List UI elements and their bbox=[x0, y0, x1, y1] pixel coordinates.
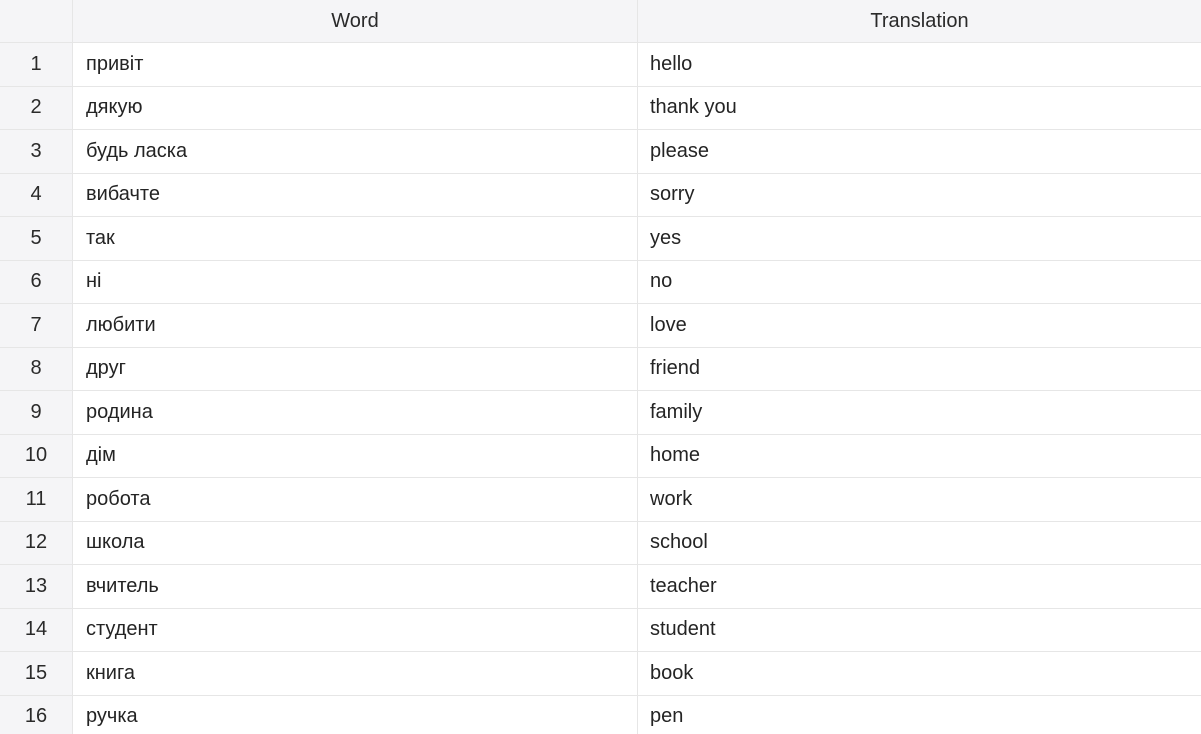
table-row: 8 друг friend bbox=[0, 347, 1201, 391]
translation-cell[interactable]: no bbox=[638, 261, 1201, 304]
translation-cell[interactable]: sorry bbox=[638, 174, 1201, 217]
word-cell[interactable]: школа bbox=[73, 521, 638, 564]
row-number-header[interactable] bbox=[0, 0, 73, 42]
row-number[interactable]: 4 bbox=[0, 173, 73, 216]
translation-cell[interactable]: book bbox=[638, 652, 1201, 695]
row-number[interactable]: 1 bbox=[0, 43, 73, 86]
table-row: 11 робота work bbox=[0, 478, 1201, 522]
table-row: 6 ні no bbox=[0, 260, 1201, 304]
table-row: 2 дякую thank you bbox=[0, 86, 1201, 130]
row-number[interactable]: 3 bbox=[0, 130, 73, 173]
table-row: 14 студент student bbox=[0, 608, 1201, 652]
table-row: 4 вибачте sorry bbox=[0, 173, 1201, 217]
word-cell[interactable]: родина bbox=[73, 391, 638, 434]
row-number[interactable]: 13 bbox=[0, 565, 73, 608]
row-number[interactable]: 7 bbox=[0, 304, 73, 347]
row-number[interactable]: 2 bbox=[0, 86, 73, 129]
row-number[interactable]: 10 bbox=[0, 434, 73, 477]
table-row: 10 дім home bbox=[0, 434, 1201, 478]
word-cell[interactable]: друг bbox=[73, 347, 638, 390]
row-number[interactable]: 8 bbox=[0, 347, 73, 390]
translation-cell[interactable]: yes bbox=[638, 217, 1201, 260]
translation-cell[interactable]: family bbox=[638, 391, 1201, 434]
row-number[interactable]: 11 bbox=[0, 478, 73, 521]
table-row: 1 привіт hello bbox=[0, 43, 1201, 87]
table-header-row: Word Translation bbox=[0, 0, 1201, 43]
column-header-translation[interactable]: Translation bbox=[638, 0, 1201, 42]
row-number[interactable]: 9 bbox=[0, 391, 73, 434]
translation-cell[interactable]: school bbox=[638, 522, 1201, 565]
word-cell[interactable]: привіт bbox=[73, 43, 638, 86]
row-number[interactable]: 6 bbox=[0, 260, 73, 303]
row-number[interactable]: 16 bbox=[0, 695, 73, 734]
word-cell[interactable]: будь ласка bbox=[73, 130, 638, 173]
word-cell[interactable]: вчитель bbox=[73, 565, 638, 608]
column-header-word[interactable]: Word bbox=[73, 0, 638, 42]
row-number[interactable]: 15 bbox=[0, 652, 73, 695]
translation-cell[interactable]: home bbox=[638, 435, 1201, 478]
translation-cell[interactable]: student bbox=[638, 609, 1201, 652]
translation-cell[interactable]: thank you bbox=[638, 87, 1201, 130]
translation-cell[interactable]: please bbox=[638, 130, 1201, 173]
translation-cell[interactable]: teacher bbox=[638, 565, 1201, 608]
word-cell[interactable]: студент bbox=[73, 608, 638, 651]
row-number[interactable]: 14 bbox=[0, 608, 73, 651]
word-cell[interactable]: дякую bbox=[73, 86, 638, 129]
row-number[interactable]: 12 bbox=[0, 521, 73, 564]
row-number[interactable]: 5 bbox=[0, 217, 73, 260]
table-row: 15 книга book bbox=[0, 652, 1201, 696]
word-cell[interactable]: дім bbox=[73, 434, 638, 477]
table-row: 13 вчитель teacher bbox=[0, 565, 1201, 609]
table-row: 7 любити love bbox=[0, 304, 1201, 348]
table-row: 16 ручка pen bbox=[0, 695, 1201, 734]
word-cell[interactable]: ні bbox=[73, 260, 638, 303]
word-cell[interactable]: робота bbox=[73, 478, 638, 521]
translation-cell[interactable]: love bbox=[638, 304, 1201, 347]
table-row: 9 родина family bbox=[0, 391, 1201, 435]
word-cell[interactable]: так bbox=[73, 217, 638, 260]
vocabulary-table: Word Translation 1 привіт hello 2 дякую … bbox=[0, 0, 1201, 734]
word-cell[interactable]: книга bbox=[73, 652, 638, 695]
word-cell[interactable]: любити bbox=[73, 304, 638, 347]
table-row: 3 будь ласка please bbox=[0, 130, 1201, 174]
translation-cell[interactable]: hello bbox=[638, 43, 1201, 86]
table-row: 12 школа school bbox=[0, 521, 1201, 565]
word-cell[interactable]: ручка bbox=[73, 695, 638, 734]
word-cell[interactable]: вибачте bbox=[73, 173, 638, 216]
translation-cell[interactable]: work bbox=[638, 478, 1201, 521]
translation-cell[interactable]: friend bbox=[638, 348, 1201, 391]
translation-cell[interactable]: pen bbox=[638, 696, 1201, 734]
table-row: 5 так yes bbox=[0, 217, 1201, 261]
